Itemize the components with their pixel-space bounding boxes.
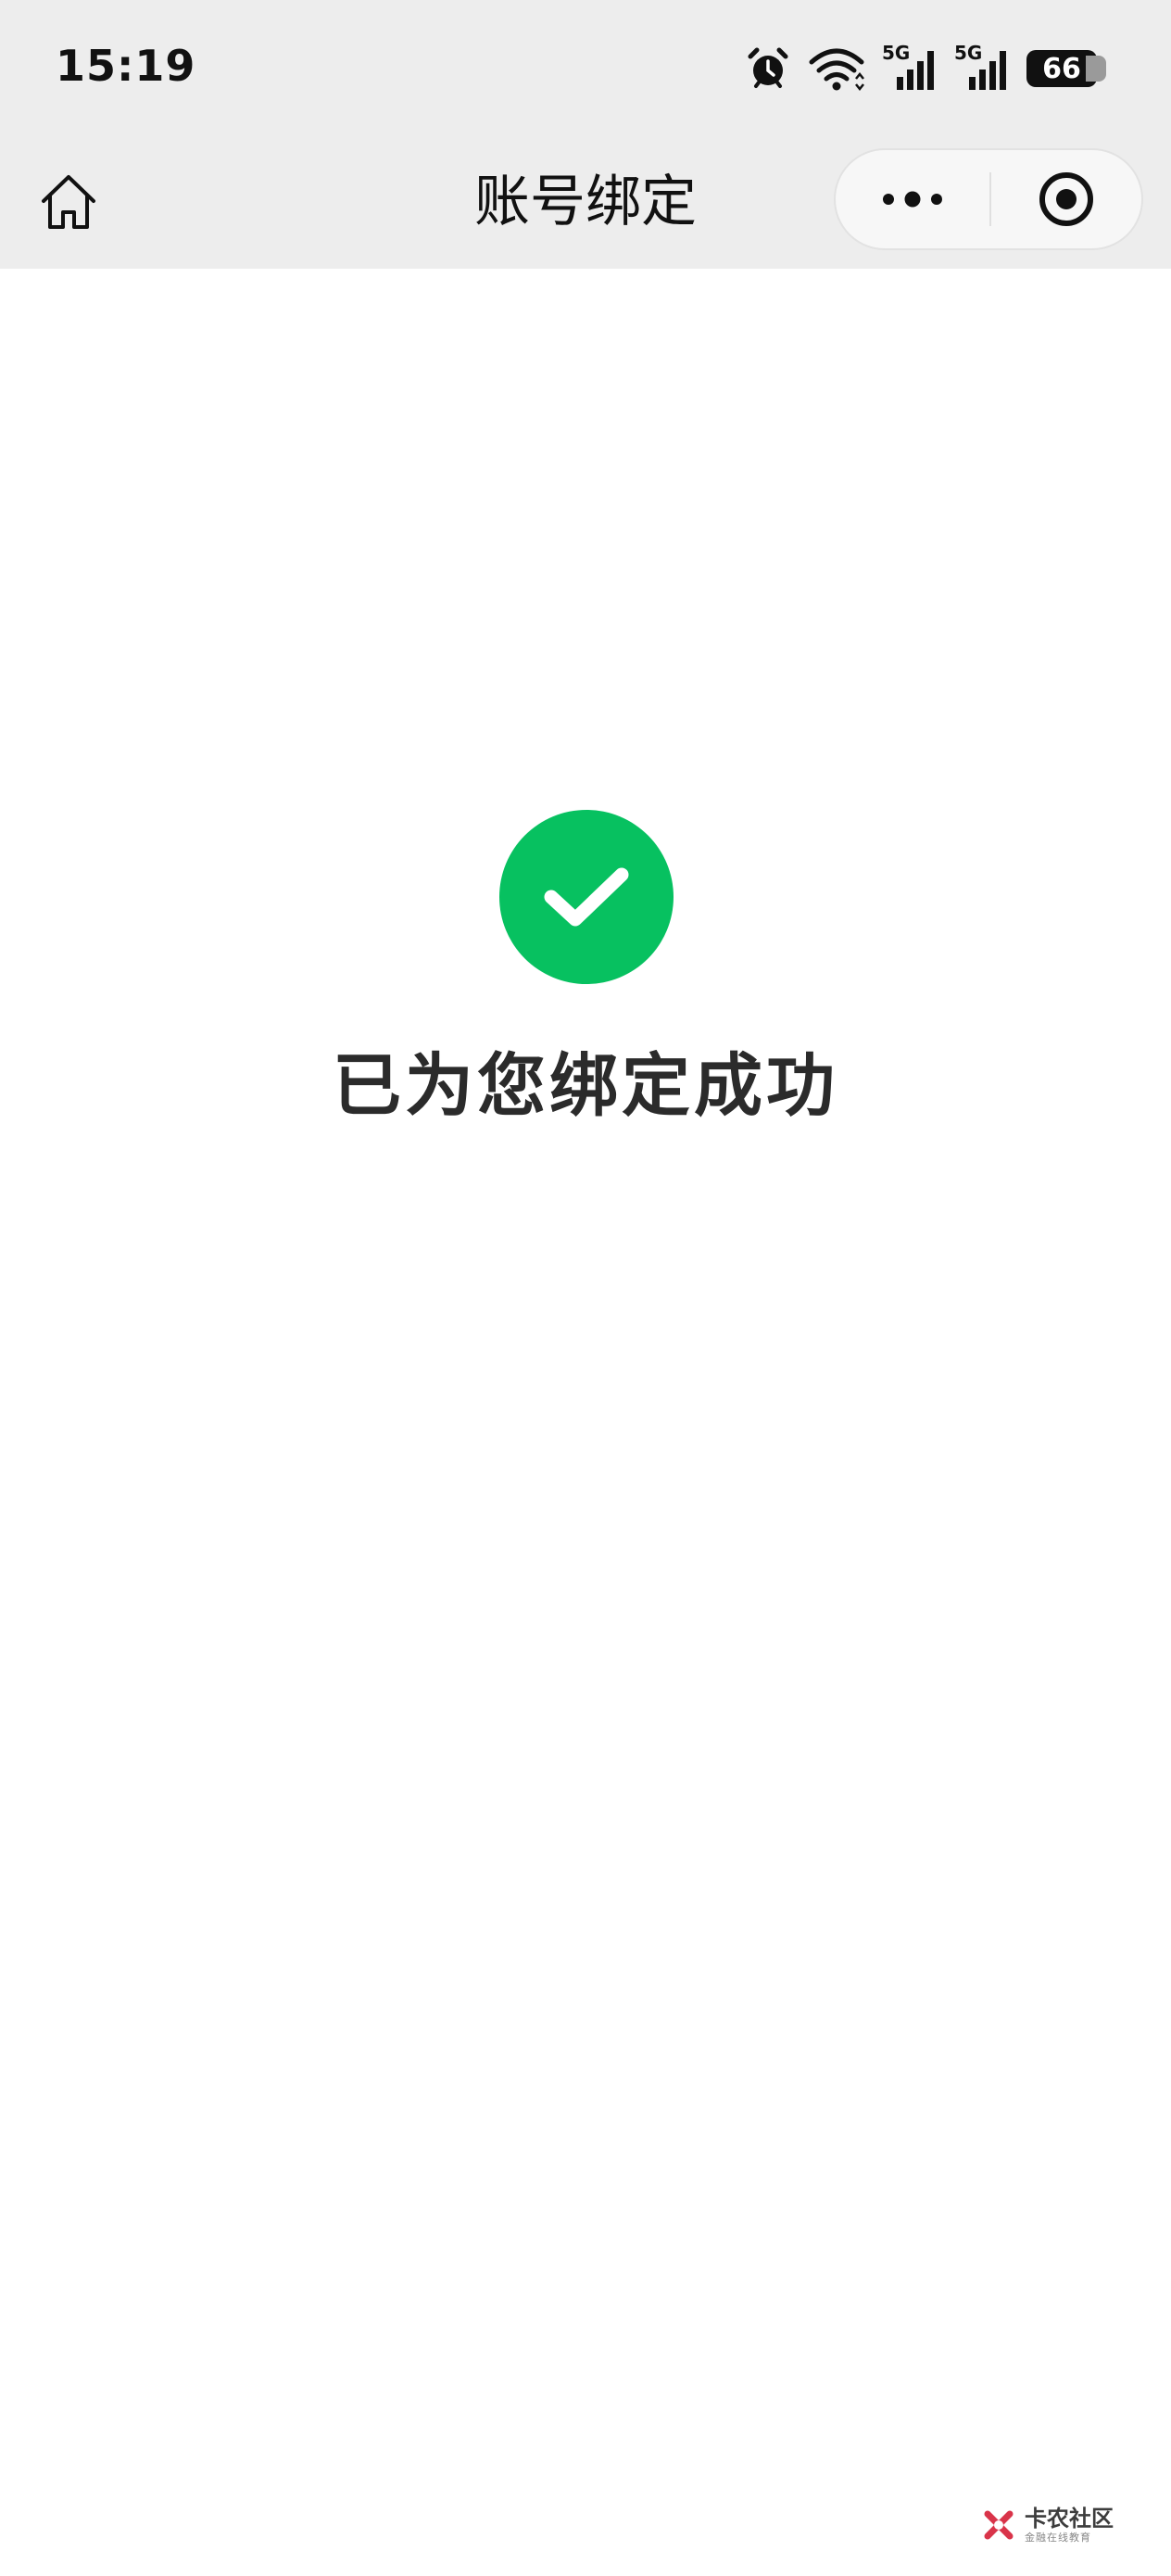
watermark-text: 卡农社区 金融在线教育 (1025, 2507, 1114, 2543)
wifi-icon (808, 45, 865, 92)
navigation-bar: 账号绑定 (0, 139, 1171, 269)
success-message: 已为您绑定成功 (333, 1046, 838, 1126)
close-button[interactable] (991, 150, 1141, 248)
signal-5g-icon: 5G (882, 42, 938, 92)
target-circle-icon (1039, 172, 1093, 226)
signal-5g-icon: 5G (954, 42, 1010, 92)
battery-charge-indicator (1086, 56, 1106, 82)
watermark-logo-icon (984, 2510, 1014, 2540)
alarm-icon (745, 45, 791, 92)
watermark: 卡农社区 金融在线教育 (982, 2507, 1114, 2543)
more-dots-icon (883, 191, 942, 208)
battery-icon: 66 (1026, 50, 1106, 87)
watermark-subtitle: 金融在线教育 (1025, 2532, 1091, 2544)
watermark-title: 卡农社区 (1025, 2506, 1114, 2532)
mini-program-capsule (834, 148, 1143, 250)
more-button[interactable] (836, 150, 989, 248)
status-icons: 5G 5G 66 (745, 42, 1106, 95)
status-time: 15:19 (56, 41, 196, 91)
top-bar: 15:19 5G 5G 66 账号绑定 (0, 0, 1171, 269)
battery-level: 66 (1042, 52, 1081, 85)
checkmark-icon (544, 867, 629, 927)
status-bar: 15:19 5G 5G 66 (0, 0, 1171, 139)
checkmark-circle-icon (499, 810, 674, 984)
